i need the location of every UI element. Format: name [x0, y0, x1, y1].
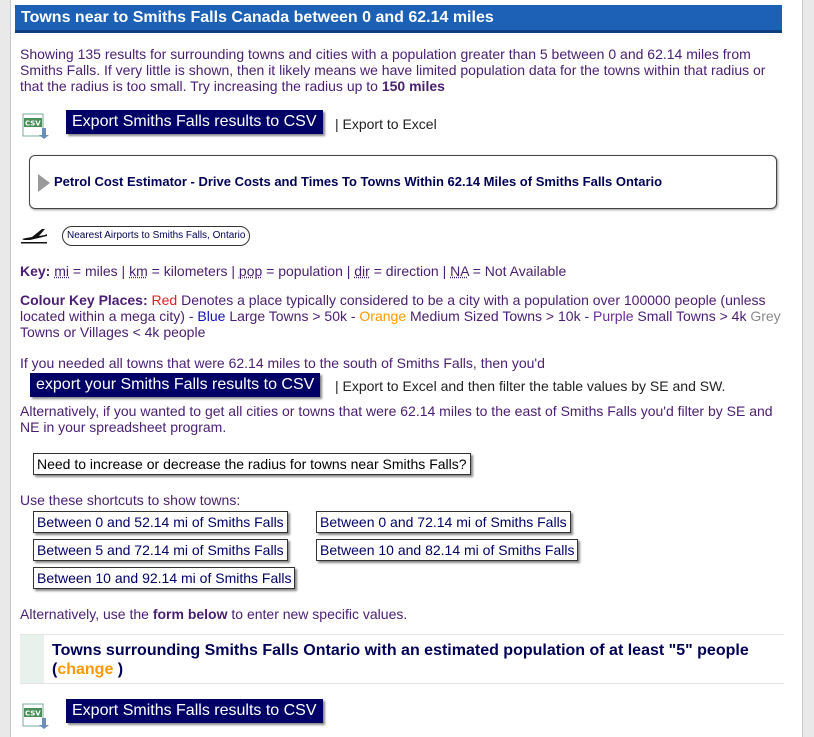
page-title: Towns near to Smiths Falls Canada betwee… [15, 5, 782, 33]
shortcut-0-52[interactable]: Between 0 and 52.14 mi of Smiths Falls [33, 511, 288, 533]
radius-limit: 150 miles [381, 78, 445, 94]
radius-change-button[interactable]: Need to increase or decrease the radius … [33, 453, 471, 475]
triangle-right-icon [38, 174, 50, 192]
population-title: Towns surrounding Smiths Falls Ontario w… [52, 642, 749, 678]
airplane-icon [21, 229, 47, 244]
change-link[interactable]: change [57, 661, 113, 678]
south-filter-text: If you needed all towns that were 62.14 … [20, 355, 545, 371]
svg-text:CSV: CSV [25, 710, 41, 718]
abbr-mi: mi [54, 263, 70, 279]
shortcut-5-72[interactable]: Between 5 and 72.14 mi of Smiths Falls [33, 539, 288, 561]
shortcut-0-72[interactable]: Between 0 and 72.14 mi of Smiths Falls [316, 511, 571, 533]
abbr-pop: pop [238, 263, 263, 279]
colour-key: Colour Key Places: Red Denotes a place t… [20, 292, 781, 340]
population-filter-box: Towns surrounding Smiths Falls Ontario w… [20, 634, 784, 684]
export-csv-button-bottom[interactable]: Export Smiths Falls results to CSV [66, 699, 323, 723]
svg-text:CSV: CSV [25, 120, 41, 128]
shortcut-10-92[interactable]: Between 10 and 92.14 mi of Smiths Falls [33, 567, 296, 589]
csv-file-icon: CSV [22, 703, 49, 729]
nearest-airports-button[interactable]: Nearest Airports to Smiths Falls, Ontari… [62, 226, 251, 246]
key-legend: Key: mi = miles | km = kilometers | pop … [20, 263, 567, 279]
abbr-dir: dir [354, 263, 370, 279]
export-your-csv-button[interactable]: export your Smiths Falls results to CSV [30, 373, 321, 397]
intro-text: Showing 135 results for surrounding town… [20, 46, 766, 94]
east-filter-text: Alternatively, if you wanted to get all … [20, 403, 773, 435]
shortcuts-label: Use these shortcuts to show towns: [20, 492, 241, 508]
petrol-cost-estimator[interactable]: Petrol Cost Estimator - Drive Costs and … [29, 155, 777, 209]
export-excel-filter-link[interactable]: | Export to Excel and then filter the ta… [335, 378, 725, 394]
abbr-km: km [129, 263, 148, 279]
abbr-na: NA [450, 263, 469, 279]
petrol-cost-label: Petrol Cost Estimator - Drive Costs and … [54, 174, 663, 189]
shortcut-10-82[interactable]: Between 10 and 82.14 mi of Smiths Falls [316, 539, 579, 561]
export-excel-link[interactable]: | Export to Excel [335, 116, 437, 132]
form-hint: Alternatively, use the form below to ent… [20, 606, 408, 622]
csv-file-icon: CSV [22, 113, 49, 139]
export-csv-button[interactable]: Export Smiths Falls results to CSV [66, 110, 323, 134]
popbox-accent-bar [20, 635, 44, 683]
